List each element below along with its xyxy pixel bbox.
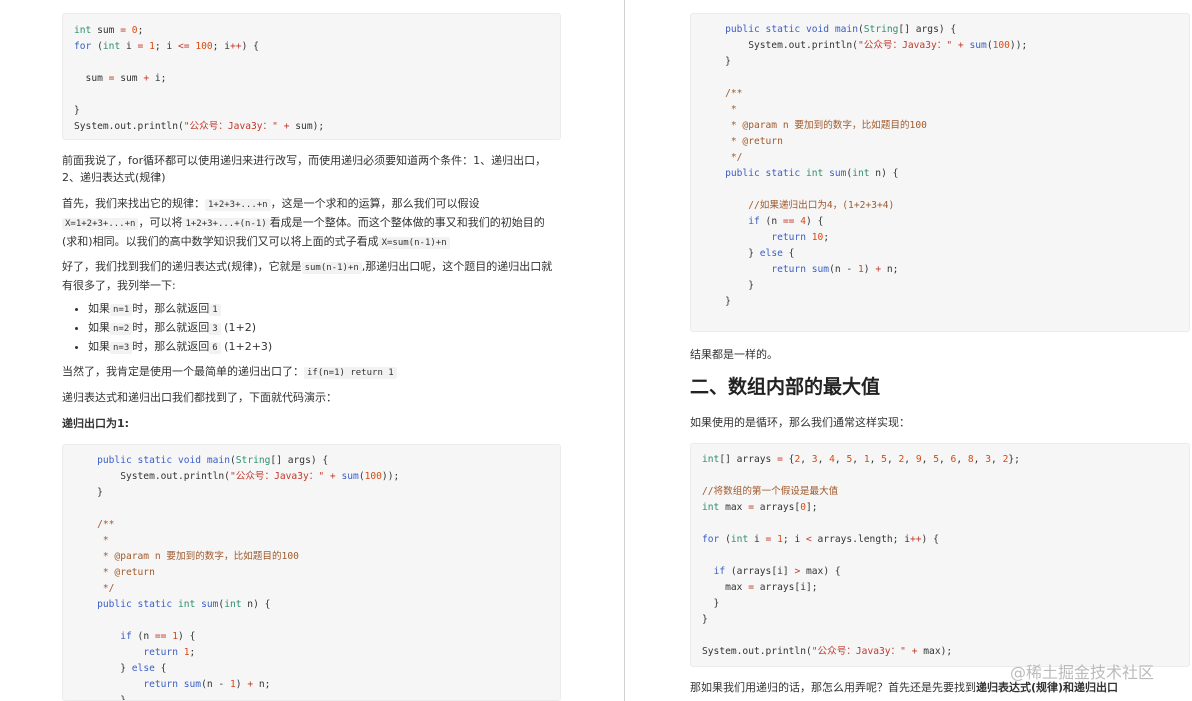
inline-code: if(n=1) return 1	[304, 367, 397, 379]
inline-code: 3	[209, 323, 221, 335]
exit-list: 如果n=1时，那么就返回1 如果n=2时，那么就返回3 (1+2) 如果n=3时…	[62, 300, 272, 357]
text: ，可以将	[138, 216, 183, 229]
text: ，这是一个求和的运算，那么我们可以假设	[270, 197, 480, 210]
paragraph-same-result: 结果都是一样的。	[690, 348, 778, 361]
inline-code: X=sum(n-1)+n	[378, 237, 450, 249]
code-block-loop-sum: int sum = 0; for (int i = 1; i <= 100; i…	[62, 13, 561, 140]
paragraph-exit-is-1: 递归出口为1:	[62, 417, 130, 430]
code-block-recursive-sum-4: public static void main(String[] args) {…	[690, 13, 1190, 332]
text: (1+2+3)	[220, 340, 273, 353]
text: 如果	[88, 302, 110, 315]
list-item: 如果n=2时，那么就返回3 (1+2)	[88, 319, 272, 338]
inline-code: 1+2+3+...+(n-1)	[182, 218, 270, 230]
paragraph-find-rule: 首先，我们来找出它的规律： 1+2+3+...+n ，这是一个求和的运算，那么我们可…	[62, 195, 557, 252]
text: 时，那么就返回	[132, 302, 210, 315]
watermark: @稀土掘金技术社区	[1010, 663, 1155, 682]
list-item: 如果n=3时，那么就返回6 (1+2+3)	[88, 338, 272, 357]
text: 那如果我们用递归的话，那怎么用弄呢？首先还是先要找到	[690, 681, 976, 694]
code-block-array-max: int[] arrays = {2, 3, 4, 5, 1, 5, 2, 9, …	[690, 443, 1190, 667]
page-divider	[624, 0, 625, 701]
text: 如果	[88, 340, 110, 353]
code-block-recursive-sum: public static void main(String[] args) {…	[62, 444, 561, 701]
text: 首先，我们来找出它的规律：	[62, 197, 205, 210]
paragraph-simplest-exit: 当然了，我肯定是使用一个最简单的递归出口了： if(n=1) return 1	[62, 363, 557, 382]
paragraph-recursion-intro: 前面我说了，for循环都可以使用递归来进行改写，而使用递归必须要知道两个条件：1…	[62, 154, 547, 184]
paragraph-found-expression: 好了，我们找到我们的递归表达式(规律)，它就是 sum(n-1)+n ,那递归出口呢…	[62, 258, 557, 294]
inline-code: 6	[209, 342, 221, 354]
inline-code: 1	[209, 304, 221, 316]
paragraph-loop-approach: 如果使用的是循环，那么我们通常这样实现：	[690, 416, 910, 429]
inline-code: 1+2+3+...+n	[205, 199, 271, 211]
inline-code: sum(n-1)+n	[301, 262, 362, 274]
text: 当然了，我肯定是使用一个最简单的递归出口了：	[62, 365, 304, 378]
inline-code: n=1	[110, 304, 133, 316]
inline-code: n=2	[110, 323, 133, 335]
paragraph-demo: 递归表达式和递归出口我们都找到了，下面就代码演示：	[62, 391, 337, 404]
text: 时，那么就返回	[132, 321, 210, 334]
text: 好了，我们找到我们的递归表达式(规律)，它就是	[62, 260, 302, 273]
text: 时，那么就返回	[132, 340, 210, 353]
list-item: 如果n=1时，那么就返回1	[88, 300, 272, 319]
inline-code: n=3	[110, 342, 133, 354]
text: (1+2)	[220, 321, 256, 334]
text: 如果	[88, 321, 110, 334]
inline-code: X=1+2+3+...+n	[62, 218, 139, 230]
section-heading-array-max: 二、数组内部的最大值	[690, 376, 881, 398]
